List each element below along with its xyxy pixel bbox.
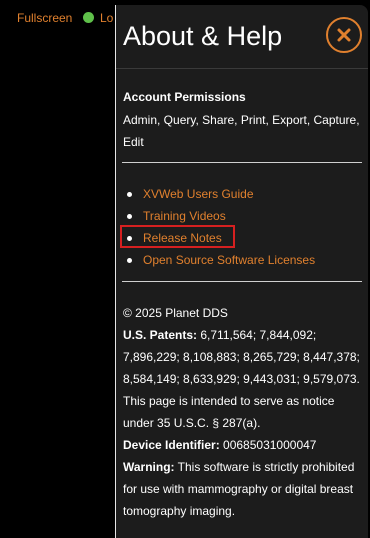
divider	[122, 281, 362, 282]
title-divider	[116, 68, 368, 69]
bullet-icon	[127, 192, 132, 197]
training-videos-link[interactable]: Training Videos	[143, 209, 226, 223]
copyright-text: © 2025 Planet DDS	[123, 306, 228, 320]
device-identifier-value: 00685031000047	[219, 438, 317, 452]
bullet-icon	[127, 214, 132, 219]
about-help-panel: About & Help Account Permissions Admin, …	[115, 5, 368, 538]
status-dot-icon	[83, 12, 94, 23]
panel-title: About & Help	[123, 21, 283, 51]
divider	[122, 162, 362, 163]
link-item-users-guide: XVWeb Users Guide	[124, 183, 364, 205]
link-item-training-videos: Training Videos	[124, 205, 364, 227]
warning-label: Warning:	[123, 460, 175, 474]
status-label: Lo	[100, 11, 114, 25]
fullscreen-link[interactable]: Fullscreen	[17, 11, 72, 25]
permissions-heading: Account Permissions	[123, 90, 246, 104]
close-button[interactable]	[326, 17, 362, 53]
open-source-licenses-link[interactable]: Open Source Software Licenses	[143, 253, 315, 267]
patents-text: U.S. Patents: 6,711,564; 7,844,092; 7,89…	[123, 324, 365, 390]
legal-info: © 2025 Planet DDS U.S. Patents: 6,711,56…	[123, 302, 365, 522]
background-toolbar	[0, 0, 116, 538]
warning-text: Warning: This software is strictly prohi…	[123, 456, 365, 522]
release-notes-highlight	[120, 225, 235, 248]
patents-label: U.S. Patents:	[123, 328, 198, 342]
close-x-icon	[337, 28, 351, 42]
permissions-list: Admin, Query, Share, Print, Export, Capt…	[123, 113, 360, 149]
device-identifier-text: Device Identifier: 00685031000047	[123, 434, 365, 456]
bullet-icon	[127, 258, 132, 263]
notice-text: This page is intended to serve as notice…	[123, 394, 335, 430]
device-identifier-label: Device Identifier:	[123, 438, 220, 452]
link-item-open-source-licenses: Open Source Software Licenses	[124, 249, 364, 271]
users-guide-link[interactable]: XVWeb Users Guide	[143, 187, 254, 201]
